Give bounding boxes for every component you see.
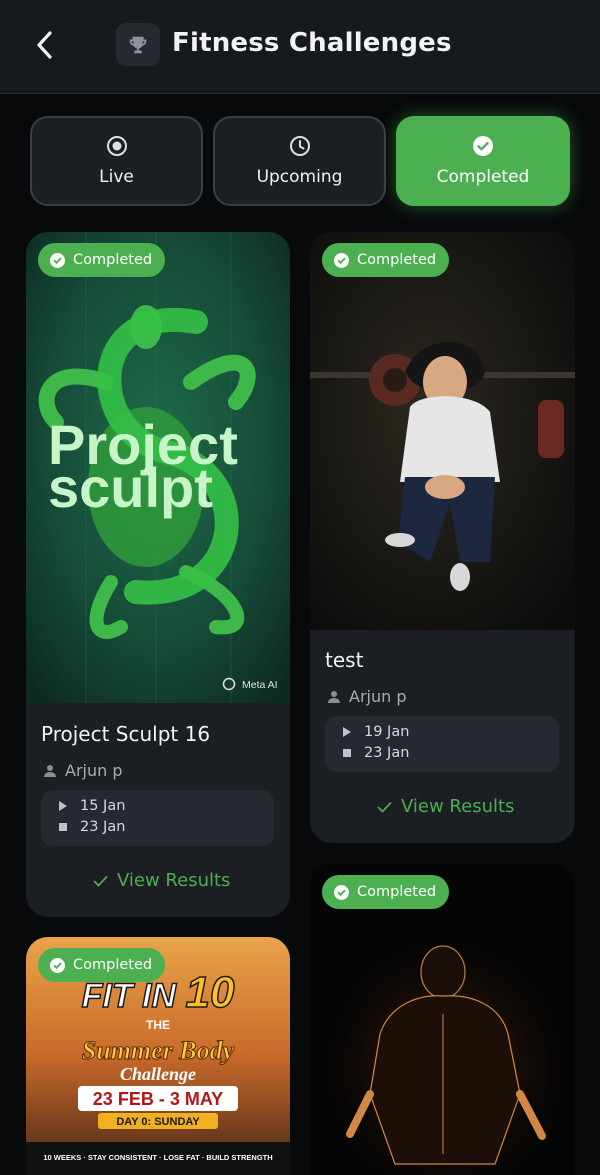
start-date: 19 Jan: [364, 724, 410, 740]
trophy-icon-box: [116, 23, 160, 66]
owner-row: Arjun p: [327, 687, 407, 706]
poster-line3: Summer Body: [82, 1036, 235, 1065]
tab-completed[interactable]: Completed: [396, 116, 570, 206]
tab-label: Live: [99, 167, 134, 187]
poster-footer: 10 WEEKS · STAY CONSISTENT · LOSE FAT · …: [43, 1153, 272, 1162]
end-date: 23 Jan: [80, 819, 126, 835]
poster-line4: Challenge: [120, 1064, 196, 1084]
radio-icon: [106, 136, 127, 156]
back-button[interactable]: [28, 26, 62, 64]
status-badge: Completed: [38, 243, 166, 277]
owner-name: Arjun p: [65, 761, 123, 780]
challenge-card-test[interactable]: Completed test Arjun p 19 Jan 23 Jan Vie…: [310, 232, 575, 843]
poster-number: 10: [185, 968, 234, 1017]
poster-line2: THE: [146, 1018, 170, 1032]
challenge-name: Project Sculpt 16: [41, 722, 211, 746]
poster-dates: 23 FEB - 3 MAY: [93, 1089, 223, 1109]
dates-box: 19 Jan 23 Jan: [325, 716, 559, 772]
check-icon: [50, 252, 65, 268]
person-icon: [44, 764, 56, 777]
check-circle-icon: [473, 136, 493, 156]
clock-icon: [289, 136, 310, 156]
check-icon: [334, 884, 349, 900]
challenge-image: Project sculpt Meta AI: [26, 232, 290, 703]
status-badge: Completed: [322, 875, 450, 909]
tab-label: Upcoming: [256, 167, 343, 187]
challenge-card-fit-in-10[interactable]: FIT IN 10 THE Summer Body Challenge 23 F…: [26, 937, 290, 1175]
tab-live[interactable]: Live: [30, 116, 203, 206]
check-icon: [334, 252, 349, 268]
owner-row: Arjun p: [43, 761, 123, 780]
poster-day: DAY 0: SUNDAY: [116, 1116, 200, 1128]
tab-label: Completed: [436, 167, 530, 187]
view-results-button[interactable]: View Results: [377, 796, 514, 817]
status-badge: Completed: [38, 948, 166, 982]
challenge-image: [310, 232, 575, 630]
badge-label: Completed: [73, 957, 153, 973]
chevron-left-icon: [37, 31, 52, 59]
play-icon: [343, 727, 351, 737]
app-header: Fitness Challenges: [0, 0, 600, 94]
play-icon: [59, 801, 67, 811]
watermark: Meta AI: [242, 679, 278, 691]
status-badge: Completed: [322, 243, 450, 277]
stop-icon: [343, 749, 351, 757]
poster-line1: FIT IN: [82, 977, 178, 1015]
page-title: Fitness Challenges: [172, 28, 452, 58]
view-results-label: View Results: [117, 870, 231, 891]
person-icon: [328, 690, 340, 703]
check-icon: [93, 875, 108, 887]
end-date: 23 Jan: [364, 745, 410, 761]
badge-label: Completed: [357, 252, 437, 268]
challenge-name: test: [325, 648, 364, 672]
start-date: 15 Jan: [80, 798, 126, 814]
badge-label: Completed: [357, 884, 437, 900]
challenge-card-silhouette[interactable]: Completed: [310, 864, 575, 1175]
dates-box: 15 Jan 23 Jan: [41, 790, 274, 846]
end-date-row: 23 Jan: [343, 745, 409, 761]
check-icon: [50, 957, 65, 973]
challenge-card-project-sculpt[interactable]: Project sculpt Meta AI Completed Project…: [26, 232, 290, 917]
badge-label: Completed: [73, 252, 153, 268]
tab-upcoming[interactable]: Upcoming: [213, 116, 386, 206]
challenge-image: [310, 864, 575, 1175]
start-date-row: 19 Jan: [343, 724, 409, 740]
start-date-row: 15 Jan: [59, 798, 125, 814]
stop-icon: [59, 823, 67, 831]
view-results-label: View Results: [401, 796, 515, 817]
owner-name: Arjun p: [349, 687, 407, 706]
check-icon: [377, 801, 392, 813]
end-date-row: 23 Jan: [59, 819, 125, 835]
trophy-icon: [129, 36, 147, 53]
image-title-line2: sculpt: [48, 456, 213, 519]
view-results-button[interactable]: View Results: [93, 870, 230, 891]
